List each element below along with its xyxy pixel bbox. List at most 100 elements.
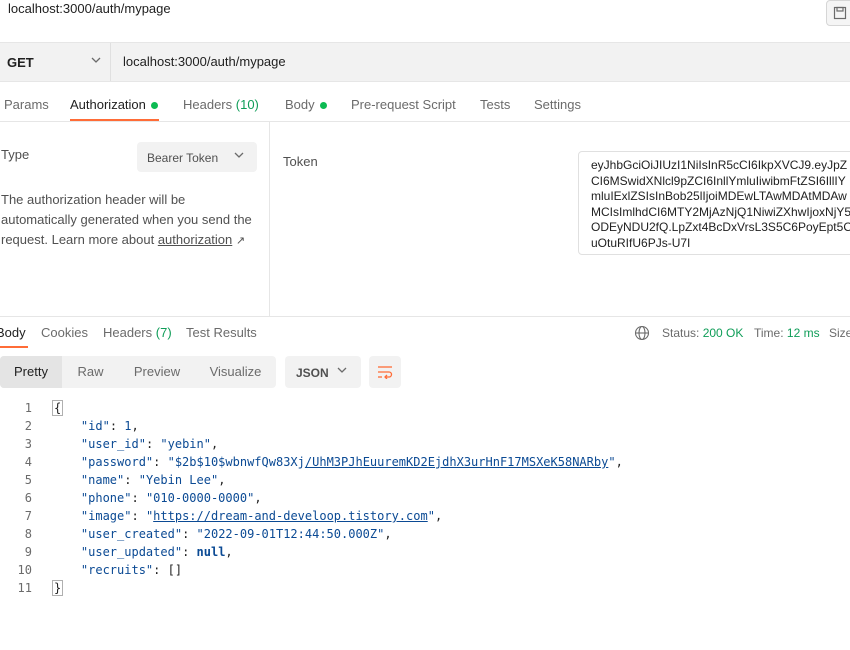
format-value: JSON <box>296 366 329 380</box>
response-tab-headers[interactable]: Headers (7) <box>103 325 172 340</box>
status-label: Status: <box>662 326 700 340</box>
auth-type-value: Bearer Token <box>147 151 219 165</box>
line-number: 2 <box>24 419 32 433</box>
time-value: 12 ms <box>786 326 820 340</box>
close-brace: } <box>52 580 64 596</box>
view-mode-group: Pretty Raw Preview Visualize <box>0 356 276 388</box>
wrap-lines-icon <box>378 366 393 379</box>
image-url-link[interactable]: https://dream-and-develoop.tistory.com <box>153 509 428 523</box>
tab-body[interactable]: Body <box>285 97 327 112</box>
line-number: 11 <box>17 581 32 595</box>
tab-authorization[interactable]: Authorization <box>70 97 158 112</box>
json-value: "2022-09-01T12:44:50.000Z" <box>196 527 385 541</box>
token-input[interactable]: eyJhbGciOiJIUzI1NiIsInR5cCI6IkpXVCJ9.eyJ… <box>578 151 850 255</box>
json-key: "phone" <box>80 491 132 505</box>
response-divider <box>0 316 850 317</box>
wrap-lines-button[interactable] <box>369 356 401 388</box>
code-line: { <box>52 400 64 416</box>
json-value: "Yebin Lee" <box>138 473 219 487</box>
json-value-link[interactable]: /UhM3PJhEuuremKD2EjdhX3urHnF17MSXeK58NAR… <box>305 455 608 469</box>
json-key: "user_id" <box>80 437 146 451</box>
tab-headers-label: Headers <box>183 97 233 112</box>
tab-body-label: Body <box>285 97 315 112</box>
url-input[interactable]: localhost:3000/auth/mypage <box>123 54 286 69</box>
code-line: "user_created": "2022-09-01T12:44:50.000… <box>80 527 392 541</box>
tab-authorization-label: Authorization <box>70 97 146 112</box>
chevron-down-icon <box>233 149 245 164</box>
json-value: "010-0000-0000" <box>145 491 255 505</box>
tab-params[interactable]: Params <box>4 97 49 112</box>
line-number: 4 <box>24 455 32 469</box>
status-dot-icon <box>319 102 327 110</box>
response-tab-cookies[interactable]: Cookies <box>41 325 88 340</box>
json-value: " <box>608 455 616 469</box>
token-label: Token <box>283 154 318 169</box>
line-number: 6 <box>24 491 32 505</box>
code-line: "recruits": [] <box>80 563 183 577</box>
response-tab-headers-label: Headers <box>103 325 153 340</box>
code-line: "image": "https://dream-and-develoop.tis… <box>80 509 443 523</box>
url-bar: GET localhost:3000/auth/mypage <box>0 42 850 82</box>
code-line: "password": "$2b$10$wbnwfQw83Xj/UhM3PJhE… <box>80 455 623 469</box>
json-value: "$2b$10$wbnwfQw83Xj <box>167 455 305 469</box>
response-time: Time: 12 ms <box>754 326 820 340</box>
view-pretty-button[interactable]: Pretty <box>0 356 62 388</box>
active-response-tab-indicator <box>0 346 28 348</box>
code-line: "user_updated": null, <box>80 545 233 559</box>
view-preview-button[interactable]: Preview <box>119 356 195 388</box>
request-title: localhost:3000/auth/mypage <box>8 1 171 16</box>
auth-type-label: Type <box>1 147 30 162</box>
auth-type-select[interactable]: Bearer Token <box>137 142 257 172</box>
tab-pre-request-script[interactable]: Pre-request Script <box>351 97 456 112</box>
panel-divider <box>269 122 270 317</box>
format-select[interactable]: JSON <box>285 356 361 388</box>
response-tab-test-results[interactable]: Test Results <box>186 325 257 340</box>
open-brace: { <box>52 400 64 416</box>
json-value: null <box>196 545 226 559</box>
code-line: "phone": "010-0000-0000", <box>80 491 262 505</box>
status-dot-icon <box>150 102 158 110</box>
json-value: [] <box>167 563 183 577</box>
json-key: "recruits" <box>80 563 154 577</box>
line-number: 8 <box>24 527 32 541</box>
response-tab-body[interactable]: Body <box>0 325 26 340</box>
json-key: "password" <box>80 455 154 469</box>
line-number: 9 <box>24 545 32 559</box>
line-number: 10 <box>17 563 32 577</box>
token-value: eyJhbGciOiJIUzI1NiIsInR5cCI6IkpXVCJ9.eyJ… <box>591 158 850 250</box>
authorization-link[interactable]: authorization <box>158 232 232 247</box>
line-number: 3 <box>24 437 32 451</box>
globe-icon[interactable] <box>634 325 650 344</box>
line-number: 7 <box>24 509 32 523</box>
tab-headers-count: (10) <box>235 97 259 112</box>
tab-settings[interactable]: Settings <box>534 97 581 112</box>
json-key: "name" <box>80 473 125 487</box>
code-line: } <box>52 580 64 596</box>
json-key: "user_created" <box>80 527 183 541</box>
line-number: 1 <box>24 401 32 415</box>
save-icon <box>833 6 847 20</box>
auth-description: The authorization header will be automat… <box>1 190 261 251</box>
response-tab-headers-count: (7) <box>155 325 172 340</box>
external-link-icon[interactable]: ↗ <box>236 235 245 247</box>
tab-headers[interactable]: Headers (10) <box>183 97 259 112</box>
view-visualize-button[interactable]: Visualize <box>195 356 276 388</box>
json-value: 1 <box>124 419 132 433</box>
json-key: "user_updated" <box>80 545 183 559</box>
code-line: "name": "Yebin Lee", <box>80 473 226 487</box>
tabs-divider <box>0 121 850 122</box>
tab-tests[interactable]: Tests <box>480 97 510 112</box>
save-button[interactable] <box>826 0 850 26</box>
code-line: "id": 1, <box>80 419 139 433</box>
chevron-down-icon[interactable] <box>90 54 102 69</box>
view-raw-button[interactable]: Raw <box>62 356 119 388</box>
status-value: 200 OK <box>702 326 744 340</box>
line-number: 5 <box>24 473 32 487</box>
time-label: Time: <box>754 326 784 340</box>
json-key: "id" <box>80 419 110 433</box>
json-key: "image" <box>80 509 132 523</box>
response-size: Size <box>829 326 850 340</box>
code-line: "user_id": "yebin", <box>80 437 219 451</box>
response-status: Status: 200 OK <box>662 326 743 340</box>
method-select[interactable]: GET <box>7 55 34 70</box>
